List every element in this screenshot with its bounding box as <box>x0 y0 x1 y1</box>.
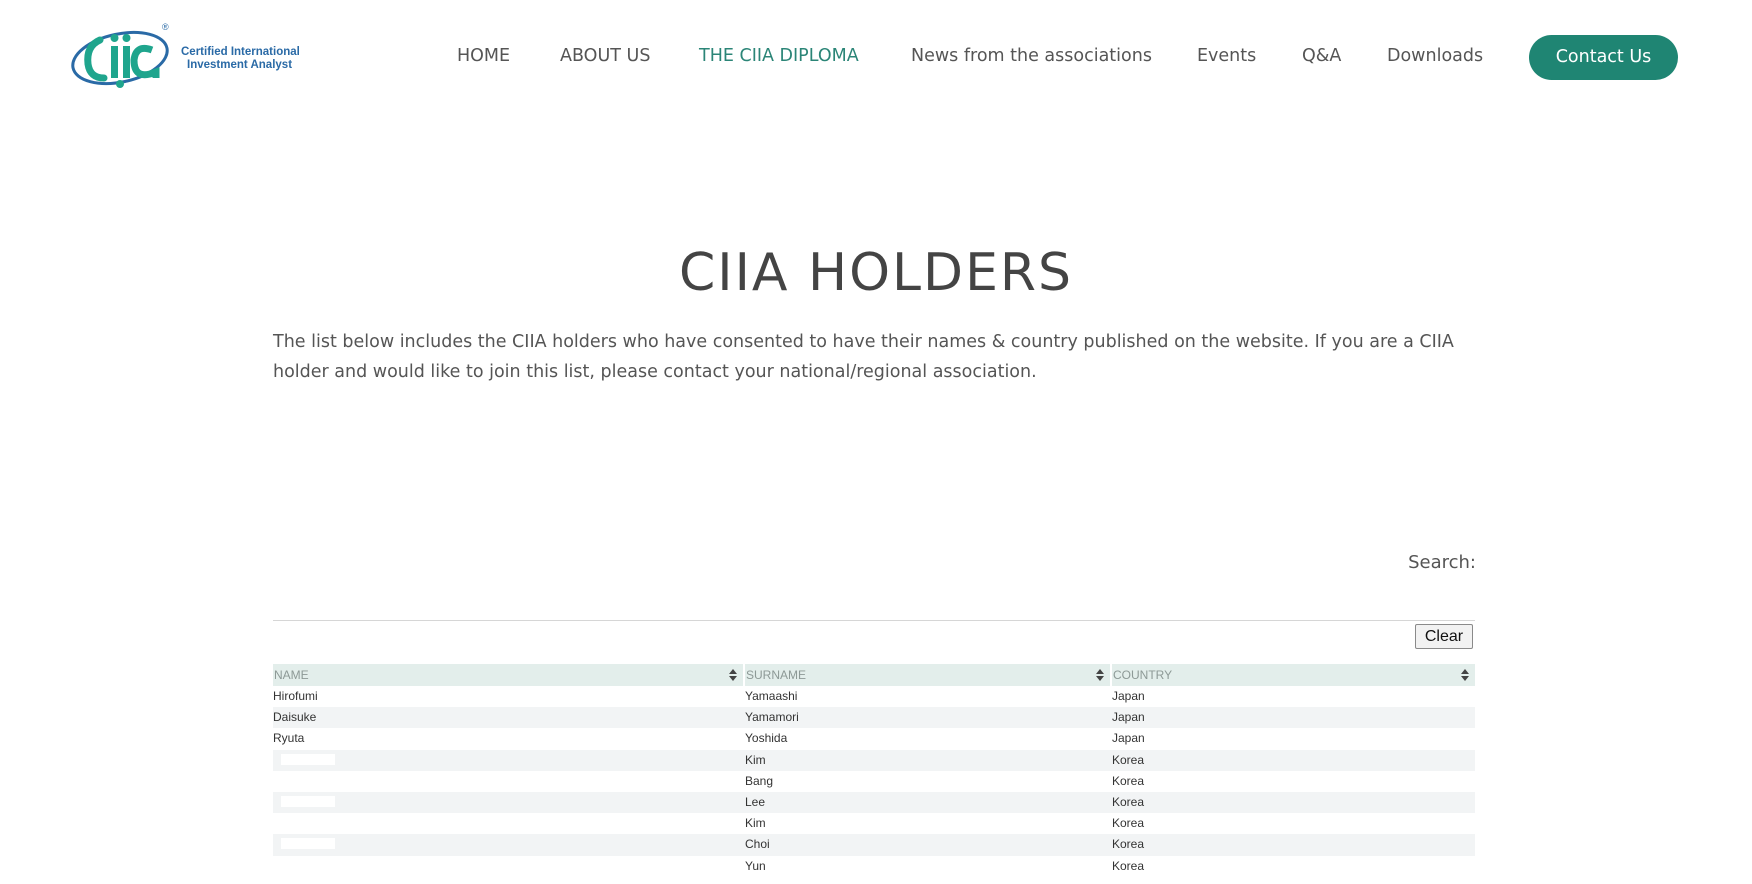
redaction-mask <box>281 774 335 786</box>
nav-home[interactable]: HOME <box>457 46 510 66</box>
redaction-mask <box>281 838 335 850</box>
table-header: NAME SURNAME COUNTRY <box>273 664 1475 686</box>
column-header-name[interactable]: NAME <box>273 664 743 686</box>
cell-surname: Kim <box>745 816 766 831</box>
holders-table: NAME SURNAME COUNTRY Hirofumi Yamaashi Jap… <box>273 664 1475 877</box>
cell-country: Japan <box>1112 731 1145 746</box>
redaction-mask <box>281 817 335 829</box>
logo-wordmark: Certified International Investment Analy… <box>181 46 300 72</box>
table-row: Kim Korea <box>273 813 1475 834</box>
redacted-name <box>273 856 335 877</box>
nav-events[interactable]: Events <box>1197 46 1256 66</box>
cell-country: Korea <box>1112 816 1145 831</box>
redaction-mask <box>281 795 335 807</box>
column-header-country[interactable]: COUNTRY <box>1112 664 1475 686</box>
logo-line-1: Certified International <box>181 46 300 58</box>
cell-surname: Choi <box>745 837 770 852</box>
cell-country: Japan <box>1112 710 1145 725</box>
cell-surname: Kim <box>745 752 766 767</box>
column-header-label: SURNAME <box>746 668 807 682</box>
table-body: Hirofumi Yamaashi Japan Daisuke Yamamori Japa… <box>273 686 1475 877</box>
nav-ciia-diploma[interactable]: THE CIIA DIPLOMA <box>699 46 859 66</box>
sort-icon <box>1461 669 1469 681</box>
ciia-logo-mark: ® <box>71 22 169 88</box>
contact-us-button[interactable]: Contact Us <box>1529 35 1678 80</box>
redaction-mask <box>281 859 335 871</box>
column-header-label: COUNTRY <box>1113 668 1173 682</box>
cell-name: Ryuta <box>273 731 305 746</box>
nav-qa[interactable]: Q&A <box>1302 46 1341 66</box>
table-row: Bang Korea <box>273 771 1475 792</box>
table-row: Ryuta Yoshida Japan <box>273 728 1475 749</box>
cell-surname: Yamaashi <box>745 689 798 703</box>
cell-country: Korea <box>1112 794 1145 809</box>
intro-text: The list below includes the CIIA holders… <box>273 332 1454 382</box>
site-header: ® Certified International Investment Ana… <box>0 0 1752 115</box>
nav-downloads[interactable]: Downloads <box>1387 46 1483 66</box>
cell-surname: Lee <box>745 794 766 809</box>
svg-text:®: ® <box>162 22 169 32</box>
page-title: CIIA HOLDERS <box>678 243 1074 303</box>
cell-surname: Yun <box>745 858 766 873</box>
table-row: Hirofumi Yamaashi Japan <box>273 686 1475 707</box>
sort-icon <box>729 669 737 681</box>
cell-country: Korea <box>1112 773 1145 788</box>
cell-surname: Bang <box>745 773 774 788</box>
nav-news[interactable]: News from the associations <box>911 46 1152 66</box>
table-row: Daisuke Yamamori Japan <box>273 707 1475 729</box>
table-row: Lee Korea <box>273 791 1475 814</box>
search-label: Search: <box>1408 552 1476 573</box>
cell-name: Daisuke <box>273 710 317 725</box>
cell-country: Korea <box>1112 858 1145 873</box>
redacted-name <box>273 750 335 771</box>
search-input[interactable] <box>273 620 1475 621</box>
ciia-logo[interactable]: ® Certified International Investment Ana… <box>70 20 300 95</box>
redacted-name <box>273 771 335 792</box>
cell-country: Japan <box>1112 689 1145 703</box>
table-row: Choi Korea <box>273 834 1475 856</box>
clear-button[interactable]: Clear <box>1415 624 1473 649</box>
table-row: Kim Korea <box>273 749 1475 771</box>
redacted-name <box>273 834 335 855</box>
cell-name <box>273 856 335 884</box>
logo-line-2: Investment Analyst <box>187 59 293 71</box>
redacted-name <box>273 792 335 813</box>
nav-about-us[interactable]: ABOUT US <box>560 46 650 66</box>
redaction-mask <box>281 753 335 765</box>
column-header-label: NAME <box>274 668 309 682</box>
cell-country: Korea <box>1112 752 1145 767</box>
cell-country: Korea <box>1112 837 1145 852</box>
column-header-surname[interactable]: SURNAME <box>745 664 1110 686</box>
cell-surname: Yoshida <box>745 731 788 746</box>
sort-icon <box>1096 669 1104 681</box>
cell-name: Hirofumi <box>273 689 318 703</box>
redacted-name <box>273 813 335 834</box>
cell-surname: Yamamori <box>745 710 799 725</box>
